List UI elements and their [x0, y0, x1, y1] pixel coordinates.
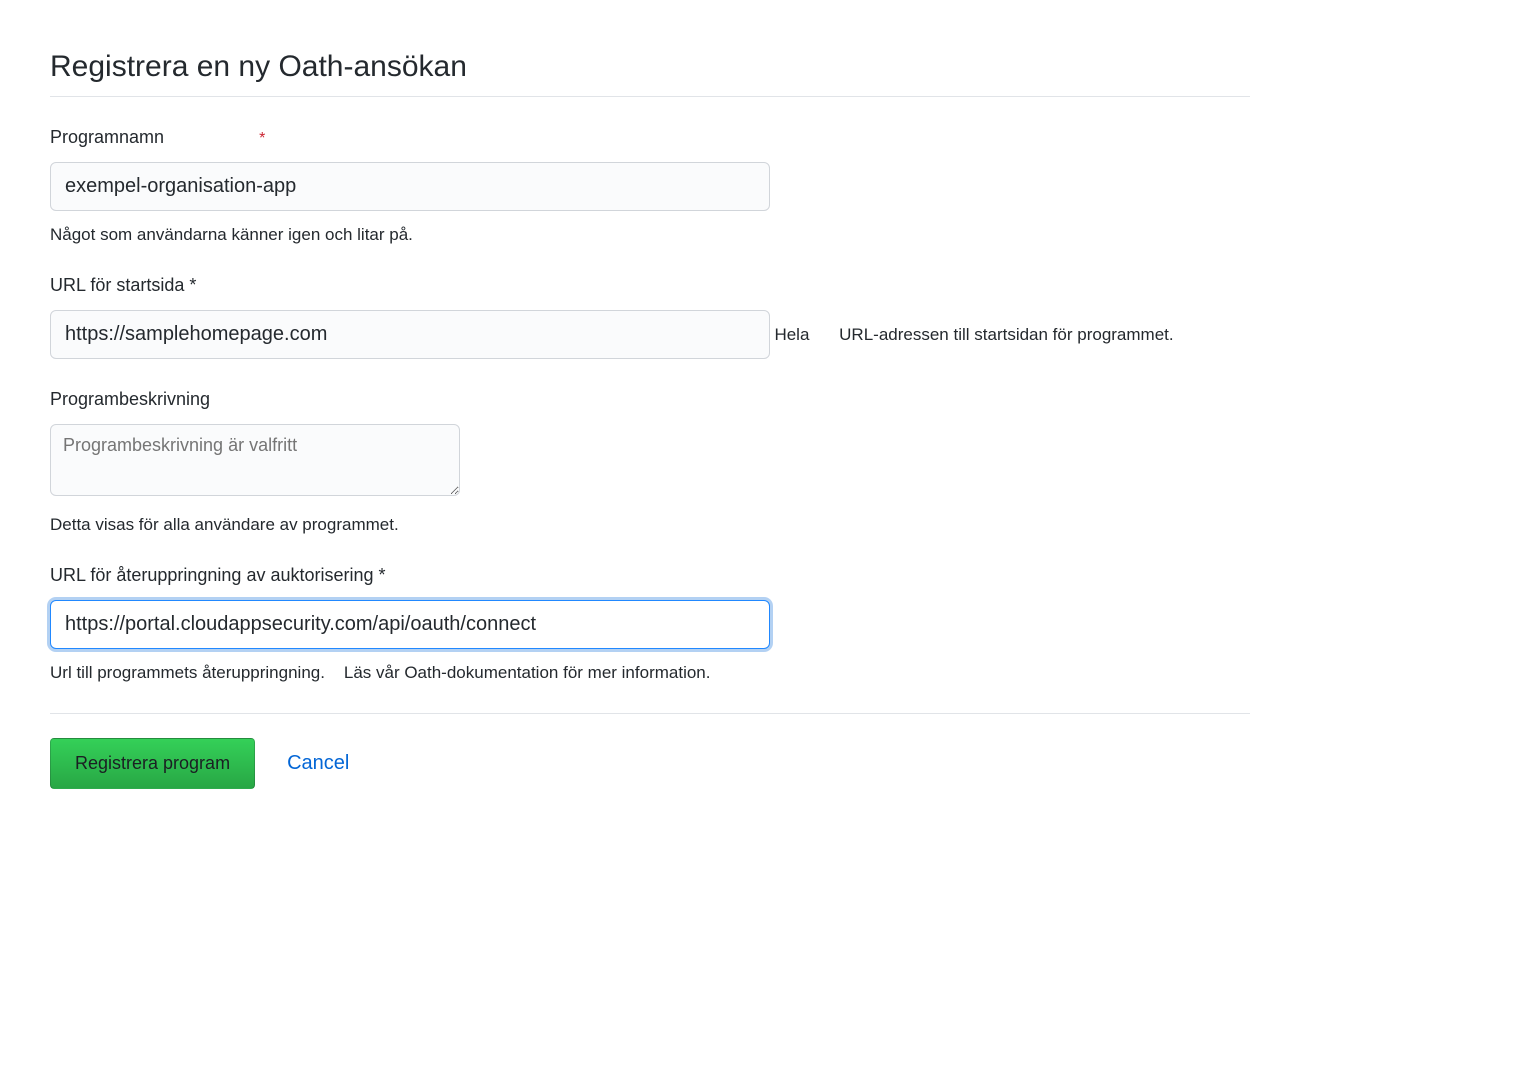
homepage-url-label: URL för startsida * — [50, 275, 1250, 296]
app-name-label-text: Programnamn — [50, 127, 164, 147]
callback-url-help: Url till programmets återuppringning. Lä… — [50, 663, 1250, 683]
callback-help-1: Url till programmets återuppringning. — [50, 663, 325, 682]
title-divider — [50, 96, 1250, 97]
app-name-input[interactable] — [50, 162, 770, 211]
page-title: Registrera en ny Oath-ansökan — [50, 50, 1250, 84]
register-button[interactable]: Registrera program — [50, 738, 255, 789]
homepage-url-group: URL för startsida * Hela URL-adressen ti… — [50, 275, 1250, 359]
actions-row: Registrera program Cancel — [50, 738, 1250, 789]
callback-url-group: URL för återuppringning av auktorisering… — [50, 565, 1250, 683]
homepage-url-help: Hela URL-adressen till startsidan för pr… — [774, 325, 1173, 345]
description-label: Programbeskrivning — [50, 389, 1250, 410]
description-group: Programbeskrivning Detta visas för alla … — [50, 389, 1250, 535]
homepage-url-input[interactable] — [50, 310, 770, 359]
required-star-icon: * — [259, 130, 265, 147]
app-name-group: Programnamn * Något som användarna känne… — [50, 127, 1250, 245]
description-textarea[interactable] — [50, 424, 460, 496]
callback-url-input[interactable] — [50, 600, 770, 649]
bottom-divider — [50, 713, 1250, 714]
app-name-help: Något som användarna känner igen och lit… — [50, 225, 1250, 245]
callback-help-2: Läs vår Oath-dokumentation för mer infor… — [344, 663, 711, 682]
homepage-help-rest: URL-adressen till startsidan för program… — [839, 325, 1173, 344]
homepage-help-word1: Hela — [774, 325, 809, 344]
cancel-button[interactable]: Cancel — [287, 752, 349, 775]
callback-url-label: URL för återuppringning av auktorisering… — [50, 565, 1250, 586]
description-help: Detta visas för alla användare av progra… — [50, 515, 1250, 535]
app-name-label: Programnamn * — [50, 127, 1250, 148]
